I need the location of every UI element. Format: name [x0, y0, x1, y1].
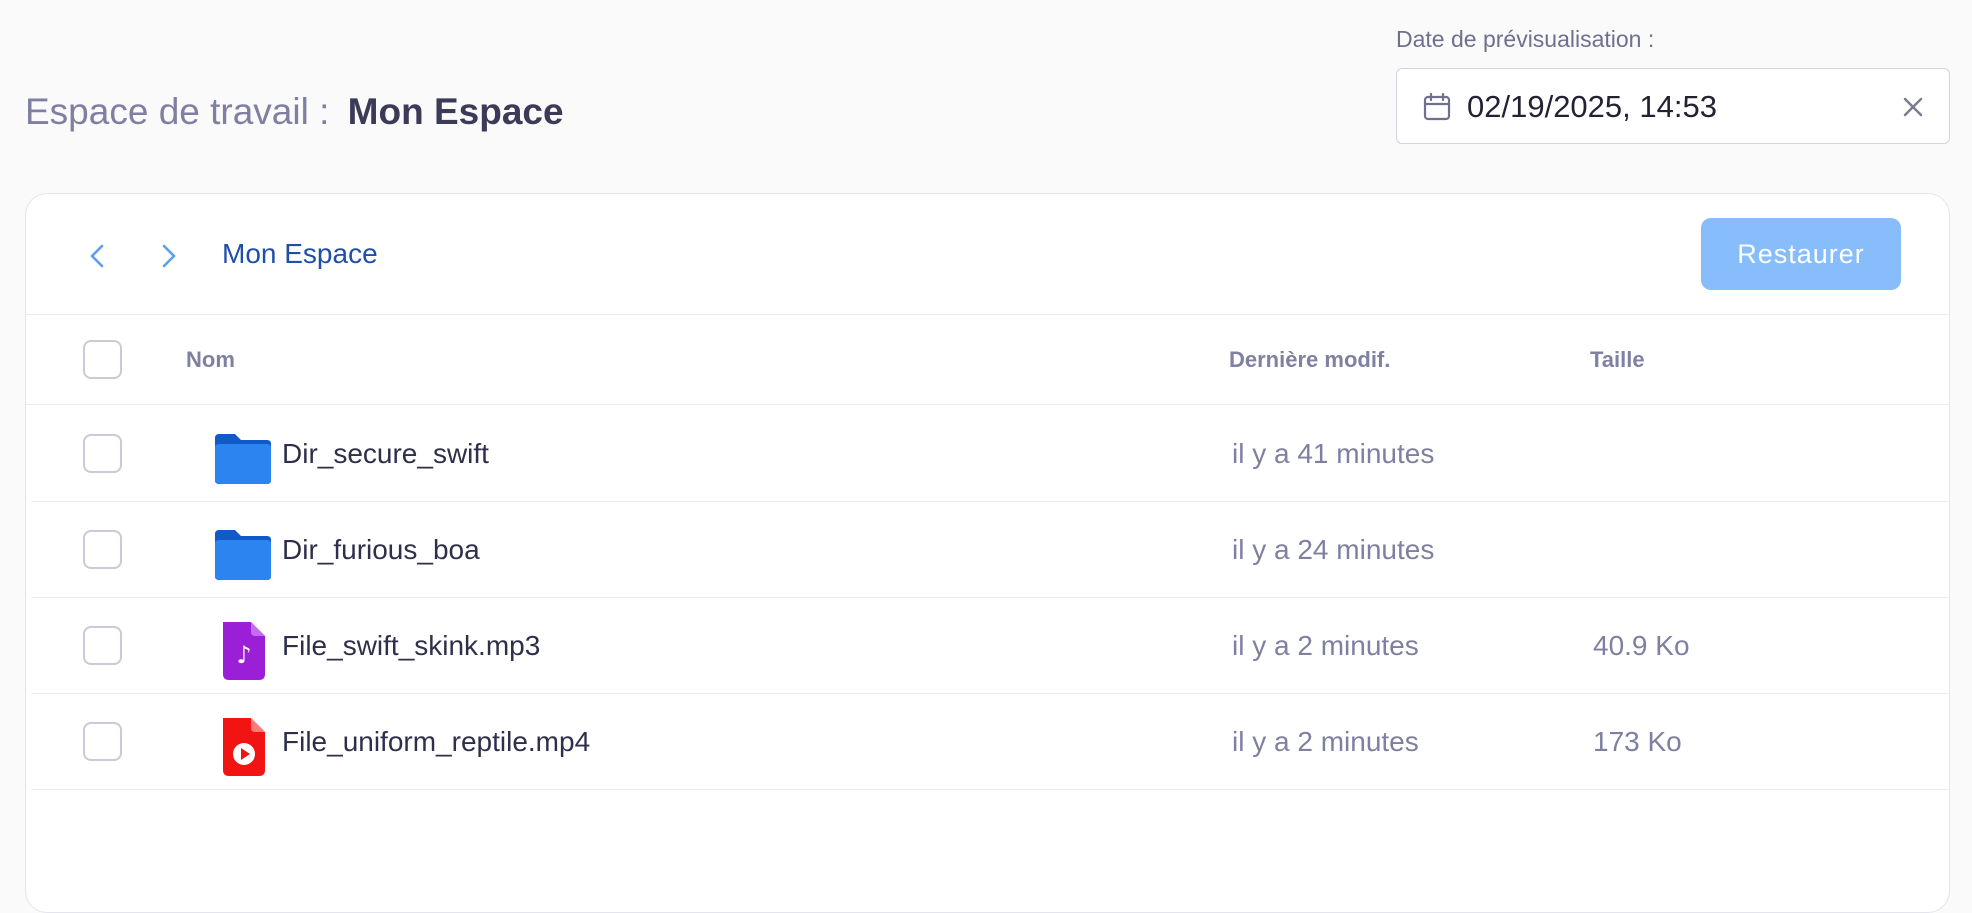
column-header-name[interactable]: Nom	[186, 347, 235, 373]
folder-icon	[215, 530, 271, 580]
table-row[interactable]: ♪ File_swift_skink.mp3 il y a 2 minutes …	[31, 598, 1949, 694]
restore-button[interactable]: Restaurer	[1701, 218, 1901, 290]
workspace-title: Espace de travail : Mon Espace	[25, 88, 564, 136]
chevron-right-icon[interactable]	[148, 236, 188, 276]
breadcrumb[interactable]: Mon Espace	[222, 234, 378, 274]
row-name: Dir_furious_boa	[282, 534, 480, 565]
calendar-icon	[1423, 92, 1451, 121]
row-name: File_uniform_reptile.mp4	[282, 726, 591, 757]
browser-toolbar: Mon Espace Restaurer	[26, 194, 1949, 315]
table-row[interactable]: File_uniform_reptile.mp4 il y a 2 minute…	[31, 694, 1949, 790]
workspace-label: Espace de travail :	[25, 91, 330, 132]
folder-icon	[215, 434, 271, 484]
column-header-modified[interactable]: Dernière modif.	[1229, 347, 1390, 373]
row-checkbox[interactable]	[83, 626, 122, 665]
preview-date-value[interactable]: 02/19/2025, 14:53	[1467, 87, 1717, 127]
table-row[interactable]: Dir_furious_boa il y a 24 minutes	[31, 502, 1949, 598]
close-icon[interactable]	[1897, 91, 1929, 123]
row-name: File_swift_skink.mp3	[282, 630, 541, 661]
row-size: 173 Ko	[1593, 726, 1682, 757]
audio-file-icon: ♪	[223, 622, 265, 680]
row-modified: il y a 2 minutes	[1232, 726, 1419, 757]
row-checkbox[interactable]	[83, 434, 122, 473]
row-checkbox[interactable]	[83, 722, 122, 761]
column-header-size[interactable]: Taille	[1590, 347, 1645, 373]
preview-date-label: Date de prévisualisation :	[1396, 26, 1655, 52]
workspace-name: Mon Espace	[347, 91, 564, 132]
row-size: 40.9 Ko	[1593, 630, 1690, 661]
chevron-left-icon[interactable]	[78, 236, 118, 276]
select-all-checkbox[interactable]	[83, 340, 122, 379]
table-header: Nom Dernière modif. Taille	[26, 315, 1949, 405]
preview-date-picker[interactable]: 02/19/2025, 14:53	[1396, 68, 1950, 144]
video-file-icon	[223, 718, 265, 776]
row-name: Dir_secure_swift	[282, 438, 489, 469]
page-header: Espace de travail : Mon Espace Date de p…	[0, 0, 1972, 190]
svg-text:♪: ♪	[236, 641, 251, 669]
file-browser-panel: Mon Espace Restaurer Nom Dernière modif.…	[25, 193, 1950, 913]
row-modified: il y a 41 minutes	[1232, 438, 1435, 469]
row-modified: il y a 2 minutes	[1232, 630, 1419, 661]
row-checkbox[interactable]	[83, 530, 122, 569]
row-modified: il y a 24 minutes	[1232, 534, 1435, 565]
table-row[interactable]: Dir_secure_swift il y a 41 minutes	[31, 406, 1949, 502]
